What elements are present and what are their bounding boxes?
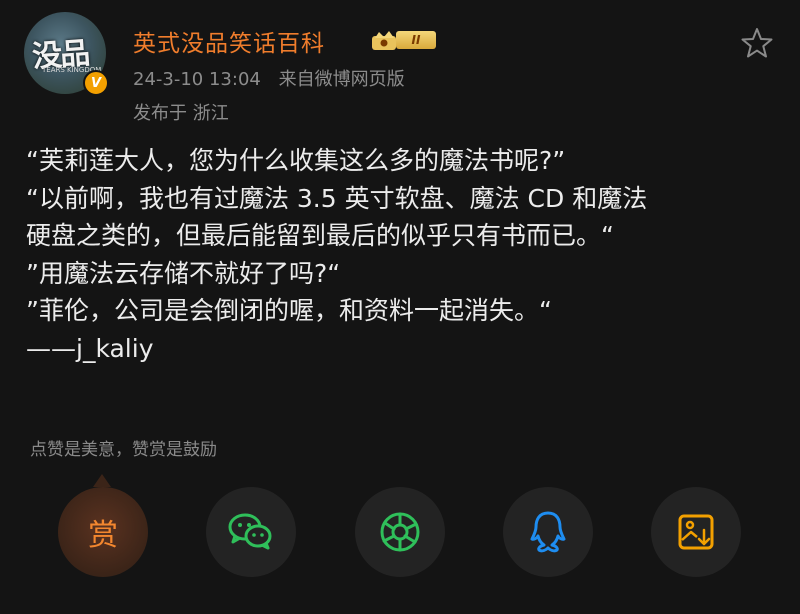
favorite-star-icon[interactable] — [740, 26, 774, 60]
reward-label: 赏 — [88, 518, 118, 553]
weibo-post-page: 没品 TEARS KINGDOM V 英式没品笑话百科 II 24-3-10 1… — [0, 0, 800, 614]
reward-pointer — [93, 474, 111, 487]
reward-tip: 点赞是美意，赞赏是鼓励 — [30, 440, 217, 460]
reward-button[interactable]: 赏 — [58, 487, 148, 577]
post-meta: 24-3-10 13:04 来自微博网页版 — [133, 65, 405, 91]
save-image-button[interactable] — [651, 487, 741, 577]
post-line: ”菲伦，公司是会倒闭的喔，和资料一起消失。“ — [26, 296, 552, 325]
post-line: “以前啊，我也有过魔法 3.5 英寸软盘、魔法 CD 和魔法 — [26, 183, 648, 213]
save-image-icon — [678, 514, 714, 550]
post-line: 硬盘之类的，但最后能留到最后的似乎只有书而已。“ — [26, 221, 614, 250]
share-wechat-button[interactable] — [206, 487, 296, 577]
level-badge[interactable]: II — [370, 28, 440, 52]
post-source: 来自微博网页版 — [278, 69, 405, 90]
qq-icon — [530, 511, 566, 553]
post-location: 发布于 浙江 — [133, 103, 229, 124]
wechat-icon — [228, 513, 272, 550]
post-line: ”用魔法云存储不就好了吗?“ — [26, 258, 341, 288]
share-qq-button[interactable] — [503, 487, 593, 577]
post-line: “芙莉莲大人，您为什么收集这么多的魔法书呢?” — [26, 146, 566, 175]
share-moments-button[interactable] — [355, 487, 445, 577]
post-timestamp: 24-3-10 13:04 — [133, 69, 261, 90]
username[interactable]: 英式没品笑话百科 — [133, 24, 325, 58]
level-text: II — [396, 31, 436, 49]
post-content: “芙莉莲大人，您为什么收集这么多的魔法书呢?” “以前啊，我也有过魔法 3.5 … — [26, 142, 786, 367]
verified-badge-icon: V — [83, 70, 109, 96]
post-line: ——j_kaliy — [26, 333, 154, 363]
moments-icon — [380, 512, 420, 552]
